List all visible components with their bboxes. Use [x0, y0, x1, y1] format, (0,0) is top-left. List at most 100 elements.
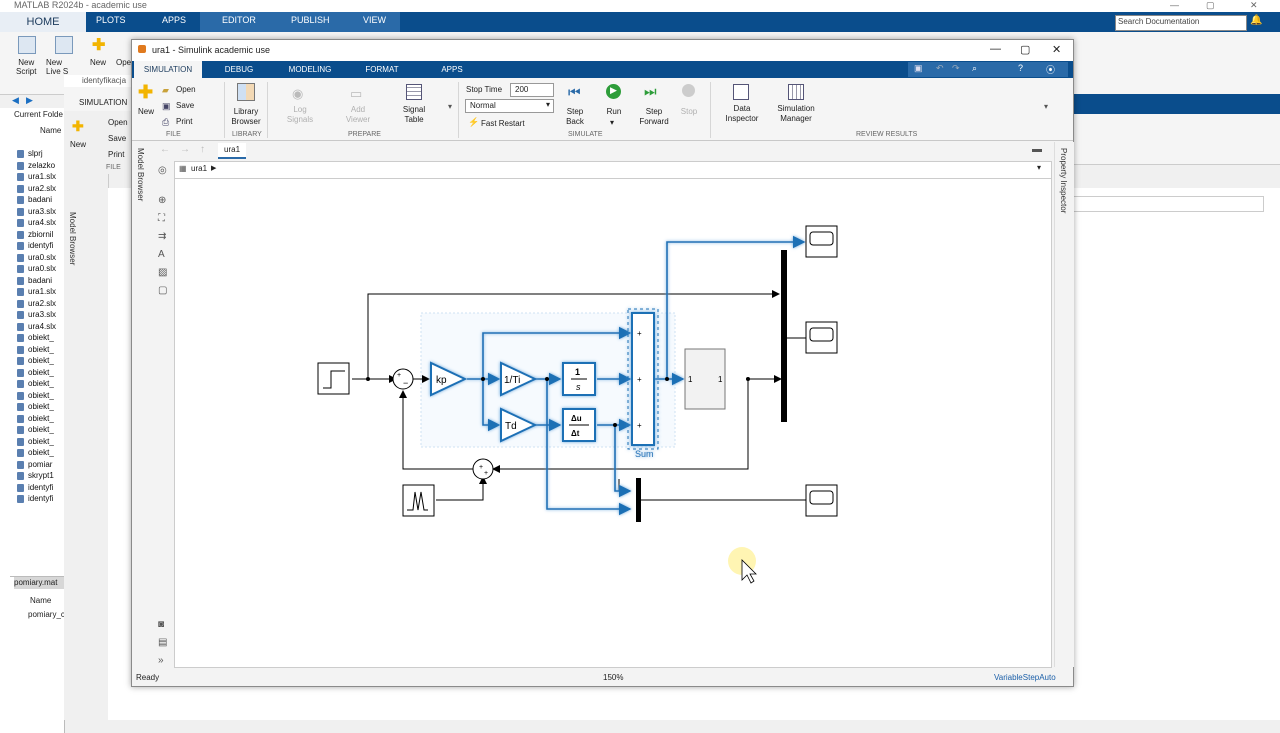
new-script-button[interactable]: New Script [16, 58, 36, 76]
file-list-item[interactable]: ura0.slx [17, 252, 56, 263]
derivative-block[interactable]: Δu Δt [562, 408, 596, 442]
file-list-item[interactable]: ura0.slx [17, 263, 56, 274]
file-list-item[interactable]: obiekt_ [17, 447, 54, 458]
bg-window-tab[interactable]: identyfikacja [64, 75, 132, 87]
log-signals-button[interactable]: Log Signals [282, 105, 318, 125]
expand-toolbar-icon[interactable]: » [158, 655, 164, 666]
file-list-item[interactable]: skrypt1 [17, 470, 54, 481]
pid-sum-block[interactable]: + + + Sum [627, 308, 659, 459]
name-column-header[interactable]: Name [40, 126, 61, 135]
bg-new-button[interactable]: New [70, 140, 86, 149]
bg-sim-tab[interactable]: SIMULATION [64, 94, 132, 111]
plant-subsystem-block[interactable]: 1 1 [684, 348, 726, 410]
integrator-block[interactable]: 1 s [562, 362, 596, 396]
file-list-item[interactable]: obiekt_ [17, 344, 54, 355]
error-sum-block[interactable]: + − [392, 368, 414, 390]
file-list-item[interactable]: slprj [17, 148, 43, 159]
minimize-button[interactable]: — [990, 43, 1001, 55]
file-list-item[interactable]: ura2.slx [17, 183, 56, 194]
back-arrow-icon[interactable]: ◀ [12, 95, 19, 106]
toolstrip-collapse-icon[interactable]: ▾ [1044, 102, 1048, 111]
bg-open-button[interactable]: Open [108, 118, 128, 127]
tab-home[interactable]: HOME [0, 12, 86, 32]
file-list-item[interactable]: ura3.slx [17, 309, 56, 320]
file-list-item[interactable]: badani [17, 275, 52, 286]
breadcrumb-item[interactable]: ura1 [191, 164, 207, 173]
tab-plots[interactable]: PLOTS [96, 15, 126, 25]
save-qa-icon[interactable]: ▣ [914, 63, 923, 74]
workspace-variable[interactable]: pomiary_c [28, 610, 65, 619]
scope-1-block[interactable] [805, 225, 838, 258]
bg-print-button[interactable]: Print [108, 150, 124, 159]
disturbance-sum-block[interactable]: + + [472, 458, 494, 480]
file-list-item[interactable]: ura3.slx [17, 206, 56, 217]
stop-button[interactable]: Stop [678, 107, 700, 117]
tab-apps[interactable]: APPS [162, 15, 186, 25]
matlab-minimize-button[interactable]: — [1170, 0, 1179, 10]
area-icon[interactable]: ▢ [158, 285, 167, 296]
arrow-direction-icon[interactable]: ⇉ [158, 231, 166, 242]
bg-save-button[interactable]: Save [108, 134, 126, 143]
file-list-item[interactable]: identyfi [17, 493, 53, 504]
screenshot-icon[interactable]: ◙ [158, 619, 164, 630]
help-icon[interactable]: ? [1018, 63, 1023, 73]
redo-icon[interactable]: ↷ [952, 63, 960, 74]
new-model-button[interactable]: New [136, 107, 156, 117]
close-button[interactable]: ✕ [1052, 43, 1061, 56]
nav-up-icon[interactable]: ↑ [200, 144, 205, 155]
tab-modeling[interactable]: MODELING [280, 61, 340, 78]
hide-show-icon[interactable]: ◎ [158, 165, 167, 176]
bell-icon[interactable]: 🔔 [1250, 15, 1262, 26]
model-explorer-icon[interactable]: ▤ [158, 637, 167, 648]
tab-view[interactable]: VIEW [363, 15, 386, 25]
forward-arrow-icon[interactable]: ▶ [26, 95, 33, 106]
file-list-item[interactable]: zbiornil [17, 229, 53, 240]
scope-3-block[interactable] [805, 484, 838, 517]
file-list-item[interactable]: identyfi [17, 240, 53, 251]
tab-debug[interactable]: DEBUG [214, 61, 264, 78]
file-list-item[interactable]: zelazko [17, 160, 55, 171]
data-inspector-button[interactable]: Data Inspector [722, 104, 762, 124]
scope-2-block[interactable] [805, 321, 838, 354]
tab-publish[interactable]: PUBLISH [291, 15, 330, 25]
file-list-item[interactable]: obiekt_ [17, 378, 54, 389]
tab-apps[interactable]: APPS [430, 61, 474, 78]
nav-back-icon[interactable]: ← [160, 144, 170, 155]
file-list-item[interactable]: obiekt_ [17, 355, 54, 366]
run-options-icon[interactable]: ▾ [610, 118, 614, 127]
print-button[interactable]: Print [176, 117, 192, 127]
workspace-name-header[interactable]: Name [30, 596, 51, 605]
model-tab[interactable]: ura1 [218, 143, 246, 159]
file-list-item[interactable]: obiekt_ [17, 424, 54, 435]
add-viewer-button[interactable]: Add Viewer [340, 105, 376, 125]
new-live-script-button[interactable]: New Live S [46, 58, 68, 76]
step-back-button[interactable]: Step Back [558, 107, 592, 127]
file-list-item[interactable]: badani [17, 194, 52, 205]
mux-2-block[interactable] [636, 478, 641, 522]
zoom-icon[interactable]: ⊕ [158, 195, 166, 206]
simulation-manager-button[interactable]: Simulation Manager [772, 104, 820, 124]
settings-icon[interactable]: ⦿ [1046, 63, 1055, 76]
signal-table-button[interactable]: Signal Table [394, 105, 434, 125]
file-list-item[interactable]: ura4.slx [17, 321, 56, 332]
nav-forward-icon[interactable]: → [180, 144, 190, 155]
maximize-button[interactable]: ▢ [1020, 43, 1030, 56]
fit-to-view-icon[interactable]: ⛶ [158, 213, 165, 224]
save-button[interactable]: Save [176, 101, 194, 111]
breadcrumb-dropdown-icon[interactable]: ▾ [1037, 163, 1041, 172]
search-documentation-input[interactable]: Search Documentation [1115, 15, 1247, 31]
search-icon[interactable]: ⌕ [972, 63, 977, 74]
file-list-item[interactable]: ura1.slx [17, 286, 56, 297]
step-block[interactable] [317, 362, 350, 395]
matlab-maximize-button[interactable]: ▢ [1206, 0, 1215, 11]
new-button[interactable]: New [90, 58, 106, 67]
property-inspector-tab[interactable]: Property Inspector [1059, 148, 1068, 213]
model-browser-tab[interactable]: Model Browser [134, 142, 150, 242]
simulation-mode-select[interactable]: Normal ▾ [465, 99, 554, 113]
tab-editor[interactable]: EDITOR [222, 15, 256, 25]
file-list-item[interactable]: obiekt_ [17, 390, 54, 401]
prepare-expand-icon[interactable]: ▾ [448, 102, 452, 111]
open-button[interactable]: Ope [116, 58, 131, 67]
annotation-icon[interactable]: A [158, 249, 165, 260]
file-list-item[interactable]: obiekt_ [17, 436, 54, 447]
